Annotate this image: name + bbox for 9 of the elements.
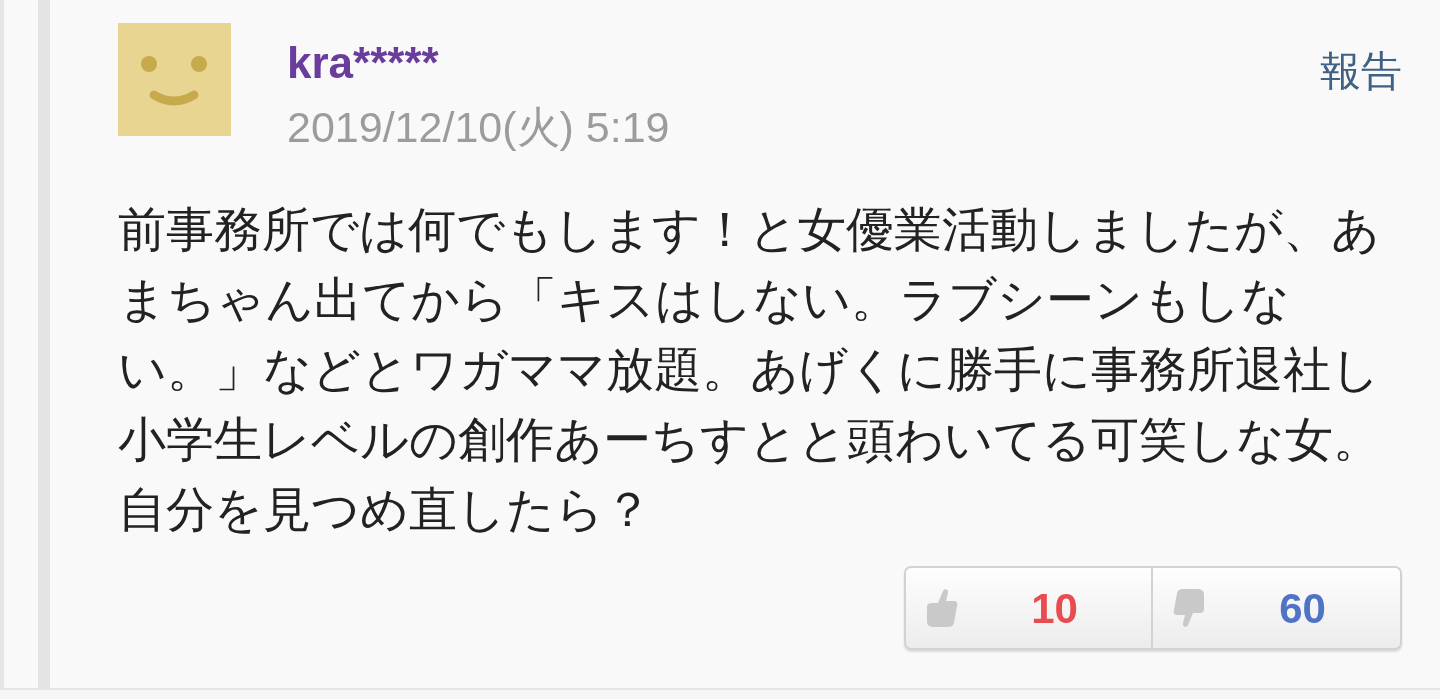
thumbs-up-icon — [926, 588, 958, 628]
smiley-avatar-icon — [118, 23, 231, 136]
like-button[interactable]: 10 — [904, 566, 1153, 650]
thumbs-down-icon — [1173, 588, 1205, 628]
report-link[interactable]: 報告 — [1320, 48, 1402, 94]
username-link[interactable]: kra***** — [287, 38, 439, 88]
dislike-button[interactable]: 60 — [1153, 566, 1402, 650]
comment-date: 2019/12/10(火) 5:19 — [287, 102, 670, 152]
comment-text: 前事務所では何でもします！と女優業活動しましたが、あまちゃん出てから「キスはしない。ラブシーンもしない。」などとワガママ放題。あげくに勝手に事務所退社し小学生レベルの創作あーちすとと頭わいてる可笑しな女。自分を見つめ直したら？ — [118, 202, 1382, 538]
